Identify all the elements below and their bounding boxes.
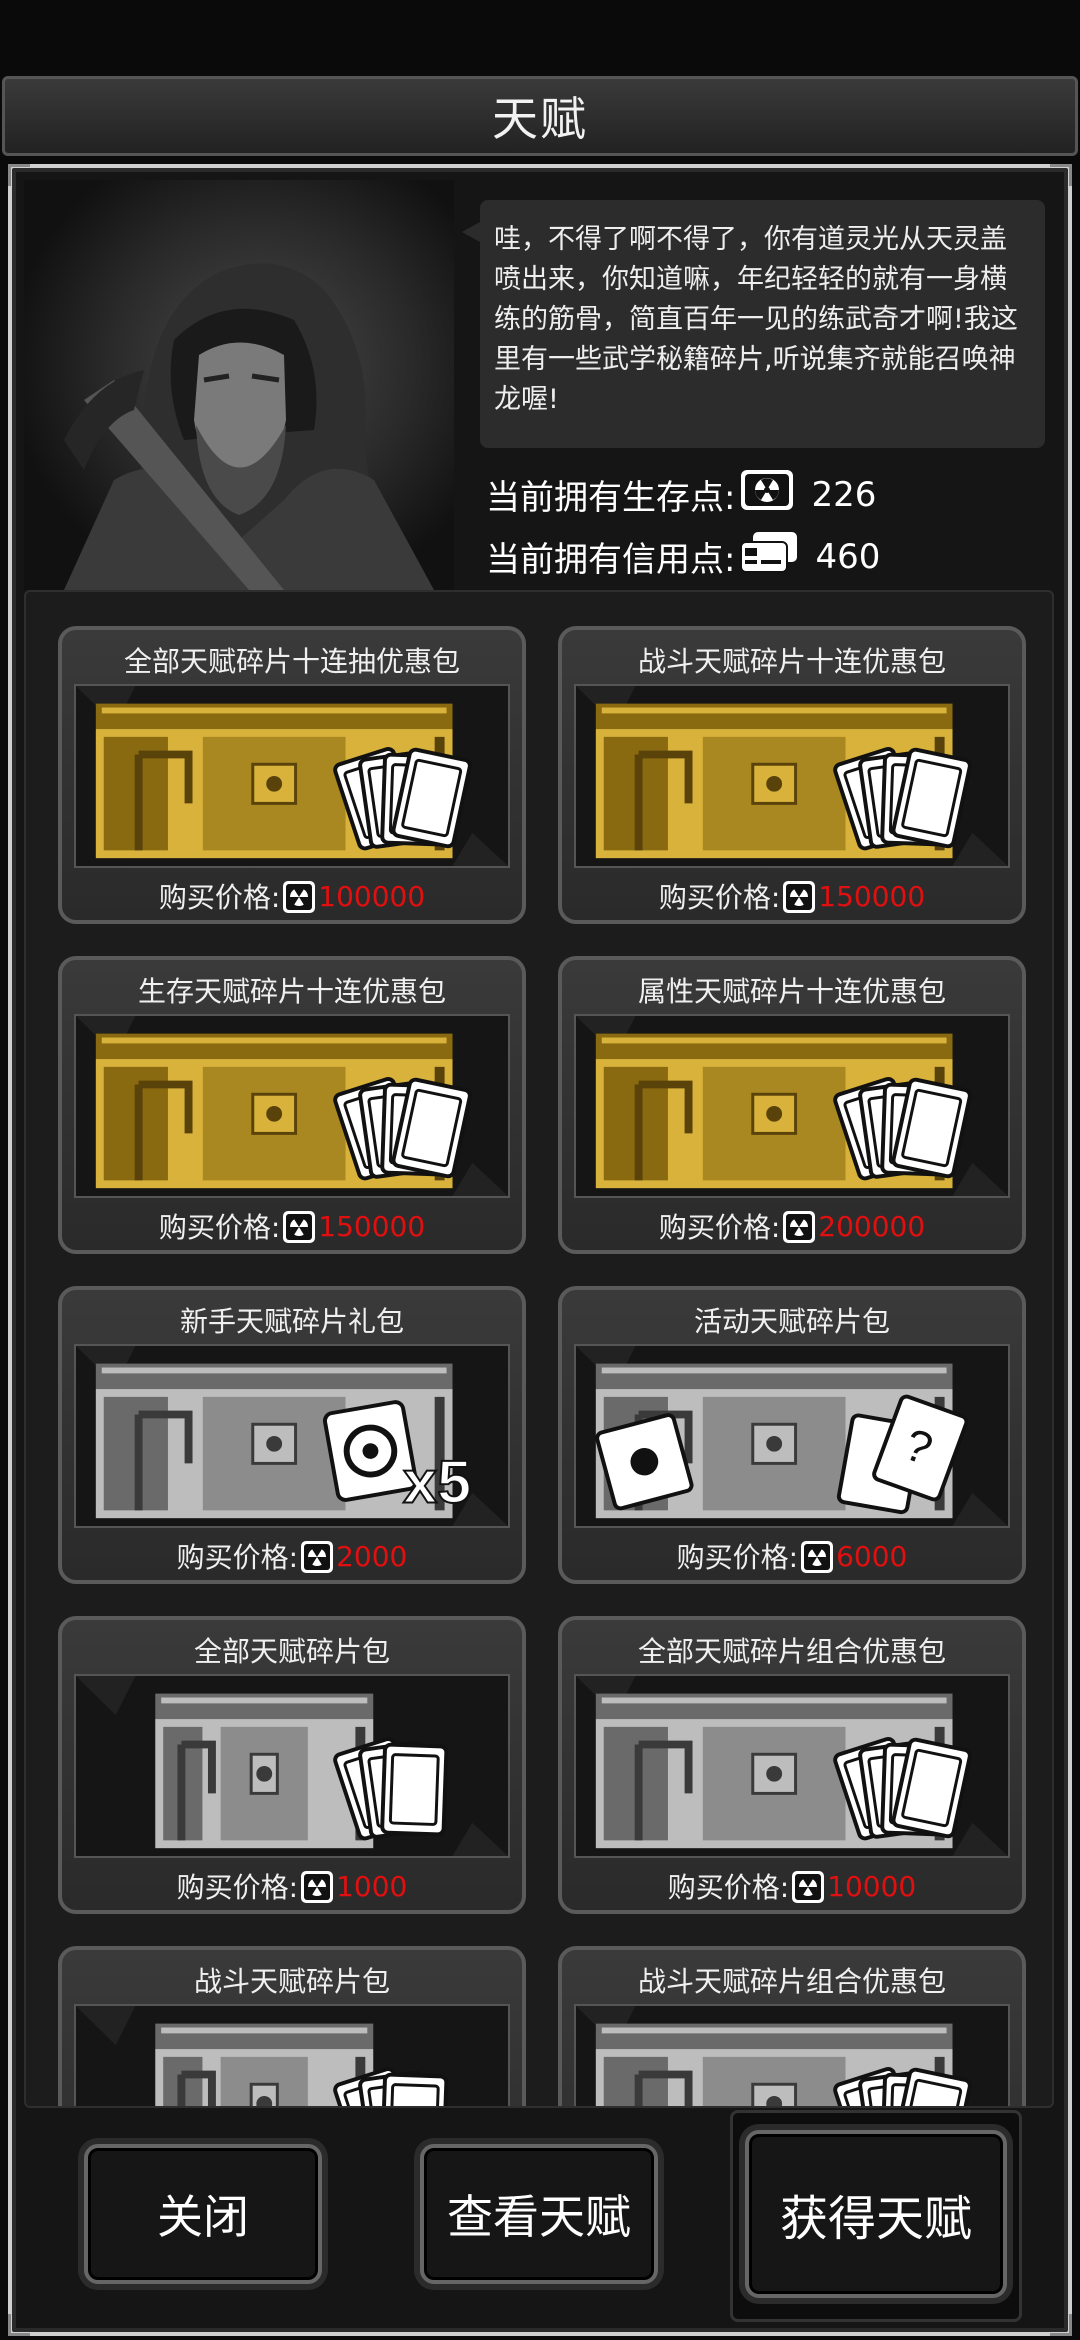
pack-title: 全部天赋碎片十连抽优惠包 (123, 645, 460, 678)
price-value: 150000 (318, 1209, 426, 1243)
price-label: 购买价格: (667, 1871, 790, 1904)
pack-title: 战斗天赋碎片包 (193, 1965, 390, 1998)
pack-card[interactable]: 活动天赋碎片包? 购买价格: 6000 (558, 1286, 1026, 1584)
gold-chest-image (74, 1014, 510, 1198)
title-bar: 天赋 (2, 76, 1078, 156)
close-button[interactable]: 关闭 (84, 2144, 322, 2284)
credit-points-row: 当前拥有信用点: 460 (486, 530, 880, 583)
radiation-icon (792, 1870, 825, 1903)
pack-title: 生存天赋碎片十连优惠包 (137, 975, 446, 1008)
radiation-icon (801, 1540, 834, 1573)
pack-card[interactable]: 战斗天赋碎片包购买价格: (58, 1946, 526, 2106)
get-talents-button[interactable]: 获得天赋 (745, 2130, 1007, 2298)
radiation-icon (301, 1540, 334, 1573)
frame-corner (8, 2314, 30, 2336)
price-label: 购买价格: (176, 1871, 299, 1904)
survival-points-row: 当前拥有生存点: 226 (486, 468, 876, 521)
pack-card[interactable]: 战斗天赋碎片十连优惠包购买价格: 150000 (558, 626, 1026, 924)
pack-title: 属性天赋碎片十连优惠包 (637, 975, 946, 1008)
price-label: 购买价格: (658, 881, 781, 914)
npc-dialog: 哇，不得了啊不得了，你有道灵光从天灵盖喷出来，你知道嘛，年纪轻轻的就有一身横练的… (462, 200, 1045, 448)
credit-points-value: 460 (815, 536, 881, 577)
radiation-icon (283, 1210, 316, 1243)
radiation-icon (783, 1210, 816, 1243)
silver-chest-image (74, 1674, 510, 1858)
silver-chest-image: ? (574, 1344, 1010, 1528)
radiation-icon (280, 879, 318, 914)
price-value: 2000 (336, 1539, 408, 1573)
pack-title: 战斗天赋碎片十连优惠包 (637, 645, 946, 678)
radiation-icon (280, 1209, 318, 1244)
radiation-icon (298, 1869, 336, 1904)
price-value: 1000 (336, 1869, 408, 1903)
gold-chest-image (74, 684, 510, 868)
silver-chest-image: x5 (74, 1344, 510, 1528)
radiation-icon (298, 1539, 336, 1574)
pack-card[interactable]: 全部天赋碎片组合优惠包购买价格: 10000 (558, 1616, 1026, 1914)
pack-title: 活动天赋碎片包 (693, 1305, 890, 1338)
npc-portrait (24, 180, 454, 590)
silver-chest-image (574, 1674, 1010, 1858)
pack-title: 新手天赋碎片礼包 (179, 1305, 404, 1338)
pack-card[interactable]: 新手天赋碎片礼包 x5 购买价格: 2000 (58, 1286, 526, 1584)
price-label: 购买价格: (158, 1211, 281, 1244)
pack-title: 全部天赋碎片组合优惠包 (637, 1635, 946, 1668)
gold-chest-image (574, 1014, 1010, 1198)
radiation-icon (783, 880, 816, 913)
price-value: 10000 (827, 1869, 917, 1903)
silver-chest-image (74, 2004, 510, 2106)
frame-corner (1050, 2314, 1072, 2336)
credit-points-label: 当前拥有信用点: (486, 540, 736, 580)
radiation-icon (283, 880, 316, 913)
radiation-icon (780, 1209, 818, 1244)
pack-grid[interactable]: 全部天赋碎片十连抽优惠包购买价格: 100000 战斗天赋碎片十连优惠包购买价格: 1… (24, 590, 1054, 2108)
pack-card[interactable]: 战斗天赋碎片组合优惠包购买价格: (558, 1946, 1026, 2106)
radiation-icon (798, 1539, 836, 1574)
survival-points-value: 226 (811, 474, 877, 515)
silver-chest-image (574, 2004, 1010, 2106)
radiation-icon (301, 1870, 334, 1903)
pack-price: 购买价格: 100000 (62, 876, 522, 916)
gold-chest-image (574, 684, 1010, 868)
view-talents-button[interactable]: 查看天赋 (420, 2144, 658, 2284)
pack-card[interactable]: 属性天赋碎片十连优惠包购买价格: 200000 (558, 956, 1026, 1254)
svg-text:x5: x5 (403, 1448, 471, 1516)
price-value: 150000 (818, 879, 926, 913)
pack-price: 购买价格: 6000 (562, 1536, 1022, 1576)
radiation-icon (739, 468, 795, 521)
price-label: 购买价格: (658, 1211, 781, 1244)
pack-price: 购买价格: 200000 (562, 1206, 1022, 1246)
price-value: 6000 (836, 1539, 908, 1573)
price-label: 购买价格: (676, 1541, 799, 1574)
price-label: 购买价格: (176, 1541, 299, 1574)
pack-card[interactable]: 全部天赋碎片十连抽优惠包购买价格: 100000 (58, 626, 526, 924)
frame-corner (1050, 164, 1072, 186)
radiation-icon (789, 1869, 827, 1904)
pack-card[interactable]: 生存天赋碎片十连优惠包购买价格: 150000 (58, 956, 526, 1254)
pack-price: 购买价格: 150000 (62, 1206, 522, 1246)
pack-card[interactable]: 全部天赋碎片包购买价格: 1000 (58, 1616, 526, 1914)
pack-price: 购买价格: 2000 (62, 1536, 522, 1576)
pack-title: 全部天赋碎片包 (193, 1635, 390, 1668)
radiation-icon (780, 879, 818, 914)
page-title: 天赋 (492, 92, 588, 146)
pack-title: 战斗天赋碎片组合优惠包 (637, 1965, 946, 1998)
survival-points-label: 当前拥有生存点: (486, 478, 736, 518)
price-value: 200000 (818, 1209, 926, 1243)
pack-price: 购买价格: 1000 (62, 1866, 522, 1906)
price-label: 购买价格: (158, 881, 281, 914)
hooded-man-portrait (64, 263, 434, 590)
pack-price: 购买价格: 10000 (562, 1866, 1022, 1906)
pack-price: 购买价格: 150000 (562, 876, 1022, 916)
price-value: 100000 (318, 879, 426, 913)
credit-card-icon (739, 530, 799, 583)
